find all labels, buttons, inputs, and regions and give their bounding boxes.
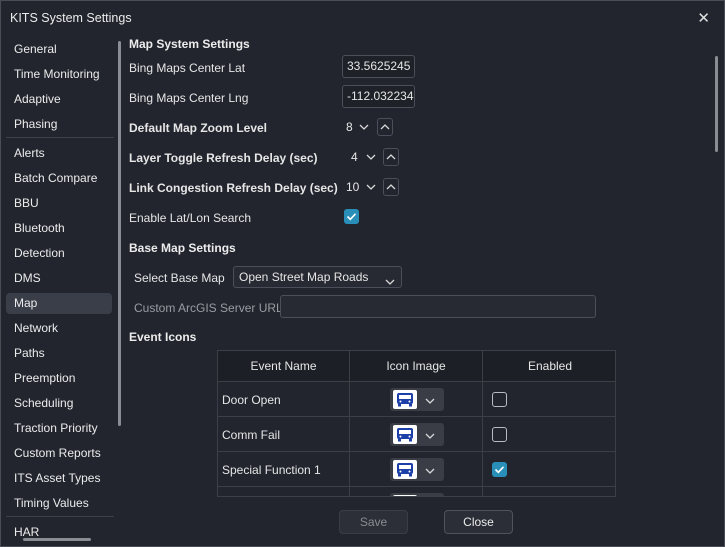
chevron-down-icon	[425, 428, 435, 442]
chevron-up-icon[interactable]	[377, 118, 393, 136]
layer-refresh-label: Layer Toggle Refresh Delay (sec)	[129, 151, 318, 165]
sidebar-item-timing-values[interactable]: Timing Values	[6, 493, 112, 514]
column-divider	[349, 351, 350, 496]
event-name-cell: Special Function 1	[222, 463, 321, 477]
bus-icon	[393, 390, 417, 409]
sidebar-item-scheduling[interactable]: Scheduling	[6, 393, 112, 414]
chevron-down-icon[interactable]	[363, 148, 379, 166]
link-refresh-label: Link Congestion Refresh Delay (sec)	[129, 181, 338, 195]
sidebar-item-network[interactable]: Network	[6, 318, 112, 339]
event-name-cell: Comm Fail	[222, 428, 281, 442]
sidebar-item-preemption[interactable]: Preemption	[6, 368, 112, 389]
chevron-down-icon	[385, 271, 395, 291]
column-divider	[482, 351, 483, 496]
link-refresh-stepper[interactable]: 10	[342, 176, 402, 198]
sidebar-scrollbar[interactable]	[118, 41, 121, 426]
settings-sidebar: General Time Monitoring Adaptive Phasing…	[6, 37, 114, 541]
content-scrollbar[interactable]	[715, 56, 718, 152]
table-row	[218, 486, 615, 496]
latlon-search-checkbox[interactable]	[344, 209, 359, 224]
sidebar-item-phasing[interactable]: Phasing	[6, 114, 112, 135]
icon-image-picker[interactable]	[390, 423, 444, 446]
icon-image-picker[interactable]	[390, 458, 444, 481]
column-header-event-name[interactable]: Event Name	[218, 351, 350, 381]
center-lat-input[interactable]: 33.5625245	[342, 55, 415, 78]
latlon-search-label: Enable Lat/Lon Search	[129, 211, 252, 225]
icon-image-picker[interactable]	[390, 388, 444, 411]
table-row: Special Function 1	[218, 451, 615, 486]
icon-image-picker[interactable]	[390, 493, 444, 496]
select-base-map-label: Select Base Map	[134, 271, 225, 285]
map-system-section-title: Map System Settings	[129, 37, 250, 51]
sidebar-item-dms[interactable]: DMS	[6, 268, 112, 289]
checkmark-icon	[494, 466, 505, 474]
zoom-level-label: Default Map Zoom Level	[129, 121, 268, 135]
arcgis-url-input[interactable]	[280, 295, 596, 318]
event-icons-table: Event Name Icon Image Enabled Door Open …	[217, 350, 616, 497]
sidebar-item-custom-reports[interactable]: Custom Reports	[6, 443, 112, 464]
bus-icon	[393, 425, 417, 444]
table-row: Comm Fail	[218, 416, 615, 451]
base-map-selected-value: Open Street Map Roads	[239, 270, 369, 284]
table-header: Event Name Icon Image Enabled	[218, 351, 615, 381]
sidebar-item-bbu[interactable]: BBU	[6, 193, 112, 214]
center-lat-label: Bing Maps Center Lat	[129, 61, 246, 75]
checkmark-icon	[346, 213, 357, 221]
settings-window: KITS System Settings ✕ General Time Moni…	[0, 0, 725, 547]
sidebar-divider	[6, 137, 114, 138]
sidebar-item-traction-priority[interactable]: Traction Priority	[6, 418, 112, 439]
zoom-level-stepper[interactable]: 8	[342, 116, 396, 138]
column-header-enabled[interactable]: Enabled	[483, 351, 615, 381]
center-lng-label: Bing Maps Center Lng	[129, 91, 249, 105]
sidebar-item-alerts[interactable]: Alerts	[6, 143, 112, 164]
chevron-down-icon[interactable]	[363, 178, 379, 196]
close-icon[interactable]: ✕	[697, 9, 710, 27]
chevron-up-icon[interactable]	[383, 178, 399, 196]
enabled-checkbox[interactable]	[492, 427, 507, 442]
bus-icon	[393, 460, 417, 479]
sidebar-item-bluetooth[interactable]: Bluetooth	[6, 218, 112, 239]
sidebar-divider	[6, 516, 114, 517]
sidebar-item-detection[interactable]: Detection	[6, 243, 112, 264]
enabled-checkbox[interactable]	[492, 392, 507, 407]
window-title: KITS System Settings	[10, 11, 132, 25]
sidebar-item-batch-compare[interactable]: Batch Compare	[6, 168, 112, 189]
sidebar-item-map[interactable]: Map	[6, 293, 112, 314]
sidebar-horizontal-scrollbar[interactable]	[23, 538, 91, 541]
chevron-down-icon	[425, 393, 435, 407]
chevron-down-icon[interactable]	[356, 118, 372, 136]
title-bar: KITS System Settings ✕	[1, 1, 724, 35]
enabled-checkbox[interactable]	[492, 462, 507, 477]
arcgis-url-label: Custom ArcGIS Server URL	[134, 301, 283, 315]
layer-refresh-stepper[interactable]: 4	[342, 146, 402, 168]
event-name-cell: Door Open	[222, 393, 281, 407]
table-row: Door Open	[218, 381, 615, 416]
center-lng-input[interactable]: -112.032234	[342, 85, 415, 108]
chevron-down-icon	[425, 463, 435, 477]
sidebar-item-time-monitoring[interactable]: Time Monitoring	[6, 64, 112, 85]
column-header-icon-image[interactable]: Icon Image	[350, 351, 483, 381]
base-map-select[interactable]: Open Street Map Roads	[233, 266, 402, 288]
base-map-section-title: Base Map Settings	[129, 241, 236, 255]
alert-icon	[393, 495, 417, 496]
sidebar-item-its-asset-types[interactable]: ITS Asset Types	[6, 468, 112, 489]
sidebar-item-adaptive[interactable]: Adaptive	[6, 89, 112, 110]
event-icons-section-title: Event Icons	[129, 330, 197, 344]
layer-refresh-value: 4	[351, 150, 358, 164]
close-button[interactable]: Close	[444, 510, 513, 534]
zoom-level-value: 8	[346, 120, 353, 134]
sidebar-item-paths[interactable]: Paths	[6, 343, 112, 364]
sidebar-item-general[interactable]: General	[6, 39, 112, 60]
save-button[interactable]: Save	[339, 510, 408, 534]
chevron-up-icon[interactable]	[383, 148, 399, 166]
link-refresh-value: 10	[346, 180, 360, 194]
